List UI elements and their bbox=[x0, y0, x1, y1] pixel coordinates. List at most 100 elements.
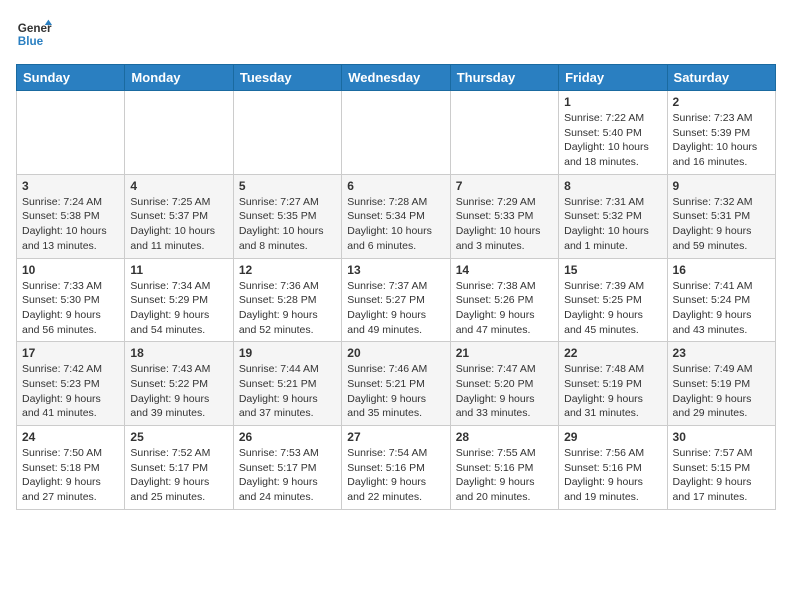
day-number: 7 bbox=[456, 179, 553, 193]
day-info: Sunrise: 7:29 AM Sunset: 5:33 PM Dayligh… bbox=[456, 195, 553, 254]
day-cell: 29 Sunrise: 7:56 AM Sunset: 5:16 PM Dayli… bbox=[559, 426, 667, 510]
day-info: Sunrise: 7:53 AM Sunset: 5:17 PM Dayligh… bbox=[239, 446, 336, 505]
day-cell: 11 Sunrise: 7:34 AM Sunset: 5:29 PM Dayli… bbox=[125, 258, 233, 342]
day-cell: 22Sunrise: 7:48 AM Sunset: 5:19 PM Dayli… bbox=[559, 342, 667, 426]
week-row-1: 1 Sunrise: 7:22 AM Sunset: 5:40 PM Daylig… bbox=[17, 91, 776, 175]
day-cell: 8Sunrise: 7:31 AM Sunset: 5:32 PM Daylig… bbox=[559, 174, 667, 258]
day-number: 28 bbox=[456, 430, 553, 444]
week-row-4: 17 Sunrise: 7:42 AM Sunset: 5:23 PM Dayli… bbox=[17, 342, 776, 426]
weekday-header-monday: Monday bbox=[125, 65, 233, 91]
day-cell: 23 Sunrise: 7:49 AM Sunset: 5:19 PM Dayli… bbox=[667, 342, 775, 426]
week-row-2: 3 Sunrise: 7:24 AM Sunset: 5:38 PM Daylig… bbox=[17, 174, 776, 258]
day-info: Sunrise: 7:22 AM Sunset: 5:40 PM Dayligh… bbox=[564, 111, 661, 170]
day-number: 12 bbox=[239, 263, 336, 277]
weekday-header-sunday: Sunday bbox=[17, 65, 125, 91]
day-number: 10 bbox=[22, 263, 119, 277]
day-number: 17 bbox=[22, 346, 119, 360]
day-number: 1 bbox=[564, 95, 661, 109]
day-number: 3 bbox=[22, 179, 119, 193]
weekday-header-tuesday: Tuesday bbox=[233, 65, 341, 91]
day-cell: 27 Sunrise: 7:54 AM Sunset: 5:16 PM Dayli… bbox=[342, 426, 450, 510]
day-number: 11 bbox=[130, 263, 227, 277]
day-info: Sunrise: 7:48 AM Sunset: 5:19 PM Dayligh… bbox=[564, 362, 661, 421]
day-info: Sunrise: 7:50 AM Sunset: 5:18 PM Dayligh… bbox=[22, 446, 119, 505]
day-cell: 16 Sunrise: 7:41 AM Sunset: 5:24 PM Dayli… bbox=[667, 258, 775, 342]
day-info: Sunrise: 7:44 AM Sunset: 5:21 PM Dayligh… bbox=[239, 362, 336, 421]
day-cell: 24Sunrise: 7:50 AM Sunset: 5:18 PM Dayli… bbox=[17, 426, 125, 510]
day-info: Sunrise: 7:24 AM Sunset: 5:38 PM Dayligh… bbox=[22, 195, 119, 254]
day-info: Sunrise: 7:39 AM Sunset: 5:25 PM Dayligh… bbox=[564, 279, 661, 338]
day-info: Sunrise: 7:42 AM Sunset: 5:23 PM Dayligh… bbox=[22, 362, 119, 421]
weekday-header-thursday: Thursday bbox=[450, 65, 558, 91]
calendar-table: SundayMondayTuesdayWednesdayThursdayFrid… bbox=[16, 64, 776, 510]
day-number: 9 bbox=[673, 179, 770, 193]
day-info: Sunrise: 7:36 AM Sunset: 5:28 PM Dayligh… bbox=[239, 279, 336, 338]
svg-text:Blue: Blue bbox=[18, 35, 44, 48]
day-cell: 25 Sunrise: 7:52 AM Sunset: 5:17 PM Dayli… bbox=[125, 426, 233, 510]
day-cell: 19 Sunrise: 7:44 AM Sunset: 5:21 PM Dayli… bbox=[233, 342, 341, 426]
day-cell: 18 Sunrise: 7:43 AM Sunset: 5:22 PM Dayli… bbox=[125, 342, 233, 426]
day-info: Sunrise: 7:55 AM Sunset: 5:16 PM Dayligh… bbox=[456, 446, 553, 505]
day-cell: 3 Sunrise: 7:24 AM Sunset: 5:38 PM Daylig… bbox=[17, 174, 125, 258]
day-info: Sunrise: 7:52 AM Sunset: 5:17 PM Dayligh… bbox=[130, 446, 227, 505]
day-cell: 10 Sunrise: 7:33 AM Sunset: 5:30 PM Dayli… bbox=[17, 258, 125, 342]
day-number: 4 bbox=[130, 179, 227, 193]
day-info: Sunrise: 7:54 AM Sunset: 5:16 PM Dayligh… bbox=[347, 446, 444, 505]
day-info: Sunrise: 7:49 AM Sunset: 5:19 PM Dayligh… bbox=[673, 362, 770, 421]
day-info: Sunrise: 7:28 AM Sunset: 5:34 PM Dayligh… bbox=[347, 195, 444, 254]
header: General Blue bbox=[16, 16, 776, 52]
weekday-header-wednesday: Wednesday bbox=[342, 65, 450, 91]
day-cell: 21Sunrise: 7:47 AM Sunset: 5:20 PM Dayli… bbox=[450, 342, 558, 426]
day-cell: 5 Sunrise: 7:27 AM Sunset: 5:35 PM Daylig… bbox=[233, 174, 341, 258]
weekday-header-friday: Friday bbox=[559, 65, 667, 91]
day-info: Sunrise: 7:23 AM Sunset: 5:39 PM Dayligh… bbox=[673, 111, 770, 170]
day-cell: 9 Sunrise: 7:32 AM Sunset: 5:31 PM Daylig… bbox=[667, 174, 775, 258]
day-info: Sunrise: 7:41 AM Sunset: 5:24 PM Dayligh… bbox=[673, 279, 770, 338]
weekday-header-row: SundayMondayTuesdayWednesdayThursdayFrid… bbox=[17, 65, 776, 91]
day-info: Sunrise: 7:25 AM Sunset: 5:37 PM Dayligh… bbox=[130, 195, 227, 254]
day-cell: 6Sunrise: 7:28 AM Sunset: 5:34 PM Daylig… bbox=[342, 174, 450, 258]
week-row-5: 24Sunrise: 7:50 AM Sunset: 5:18 PM Dayli… bbox=[17, 426, 776, 510]
day-number: 18 bbox=[130, 346, 227, 360]
day-cell: 1 Sunrise: 7:22 AM Sunset: 5:40 PM Daylig… bbox=[559, 91, 667, 175]
day-cell bbox=[450, 91, 558, 175]
day-info: Sunrise: 7:32 AM Sunset: 5:31 PM Dayligh… bbox=[673, 195, 770, 254]
day-info: Sunrise: 7:33 AM Sunset: 5:30 PM Dayligh… bbox=[22, 279, 119, 338]
day-number: 23 bbox=[673, 346, 770, 360]
day-cell: 12 Sunrise: 7:36 AM Sunset: 5:28 PM Dayli… bbox=[233, 258, 341, 342]
day-info: Sunrise: 7:43 AM Sunset: 5:22 PM Dayligh… bbox=[130, 362, 227, 421]
day-number: 13 bbox=[347, 263, 444, 277]
week-row-3: 10 Sunrise: 7:33 AM Sunset: 5:30 PM Dayli… bbox=[17, 258, 776, 342]
day-info: Sunrise: 7:46 AM Sunset: 5:21 PM Dayligh… bbox=[347, 362, 444, 421]
day-cell: 13 Sunrise: 7:37 AM Sunset: 5:27 PM Dayli… bbox=[342, 258, 450, 342]
day-info: Sunrise: 7:56 AM Sunset: 5:16 PM Dayligh… bbox=[564, 446, 661, 505]
day-info: Sunrise: 7:37 AM Sunset: 5:27 PM Dayligh… bbox=[347, 279, 444, 338]
day-cell: 26 Sunrise: 7:53 AM Sunset: 5:17 PM Dayli… bbox=[233, 426, 341, 510]
day-info: Sunrise: 7:27 AM Sunset: 5:35 PM Dayligh… bbox=[239, 195, 336, 254]
day-number: 8 bbox=[564, 179, 661, 193]
logo: General Blue bbox=[16, 16, 52, 52]
day-number: 2 bbox=[673, 95, 770, 109]
weekday-header-saturday: Saturday bbox=[667, 65, 775, 91]
day-number: 20 bbox=[347, 346, 444, 360]
day-number: 30 bbox=[673, 430, 770, 444]
day-cell bbox=[125, 91, 233, 175]
day-number: 5 bbox=[239, 179, 336, 193]
day-number: 27 bbox=[347, 430, 444, 444]
day-number: 19 bbox=[239, 346, 336, 360]
day-cell: 15Sunrise: 7:39 AM Sunset: 5:25 PM Dayli… bbox=[559, 258, 667, 342]
day-info: Sunrise: 7:38 AM Sunset: 5:26 PM Dayligh… bbox=[456, 279, 553, 338]
day-cell: 30 Sunrise: 7:57 AM Sunset: 5:15 PM Dayli… bbox=[667, 426, 775, 510]
day-cell bbox=[17, 91, 125, 175]
day-info: Sunrise: 7:34 AM Sunset: 5:29 PM Dayligh… bbox=[130, 279, 227, 338]
day-number: 16 bbox=[673, 263, 770, 277]
day-info: Sunrise: 7:57 AM Sunset: 5:15 PM Dayligh… bbox=[673, 446, 770, 505]
day-number: 21 bbox=[456, 346, 553, 360]
day-cell: 2 Sunrise: 7:23 AM Sunset: 5:39 PM Daylig… bbox=[667, 91, 775, 175]
day-number: 14 bbox=[456, 263, 553, 277]
day-number: 25 bbox=[130, 430, 227, 444]
day-cell: 7 Sunrise: 7:29 AM Sunset: 5:33 PM Daylig… bbox=[450, 174, 558, 258]
day-number: 29 bbox=[564, 430, 661, 444]
day-number: 26 bbox=[239, 430, 336, 444]
logo-icon: General Blue bbox=[16, 16, 52, 52]
